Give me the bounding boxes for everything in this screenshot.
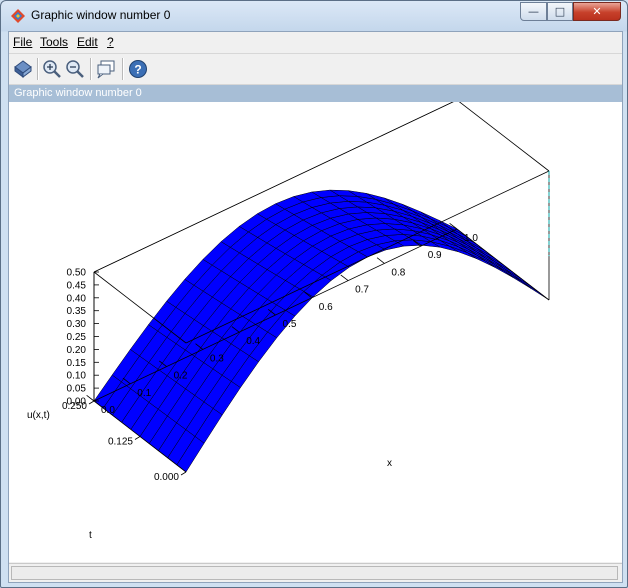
t-tick-label: 0.125 [108,437,133,448]
zoom-in-icon[interactable] [41,58,63,80]
toolbar-separator [90,58,92,80]
z-tick-label: 0.10 [67,371,87,382]
surface-mesh [93,189,550,473]
menu-help[interactable]: ? [107,35,114,49]
z-tick-label: 0.35 [67,306,87,317]
x-tick-mark [86,395,95,402]
t-tick-label: 0.250 [62,401,87,412]
toolbar-separator [37,58,39,80]
title-bar[interactable]: Graphic window number 0 — □ ✕ [1,1,627,31]
status-bar [9,563,622,582]
x-tick-label: 0.7 [355,285,369,296]
z-tick-label: 0.20 [67,345,87,356]
x-tick-label: 0.5 [283,319,297,330]
info-bar-text: Graphic window number 0 [14,87,142,99]
x-tick-label: 0.8 [391,267,405,278]
t-axis-label: t [89,530,92,541]
menu-bar: File Tools Edit ? [9,32,622,52]
z-tick-label: 0.40 [67,293,87,304]
x-tick-label: 1.0 [464,233,478,244]
zoom-out-icon[interactable] [64,58,86,80]
info-bar: Graphic window number 0 [9,85,622,102]
x-tick-label: 0.9 [428,250,442,261]
window-title: Graphic window number 0 [31,8,171,22]
minimize-button[interactable]: — [520,2,547,21]
z-tick-label: 0.05 [67,384,87,395]
window-client: File Tools Edit ? ? Graphic window numbe… [8,31,623,583]
z-tick-label: 0.15 [67,358,87,369]
datatip-icon[interactable] [95,58,117,80]
menu-file[interactable]: File [13,35,32,49]
toolbar-separator [122,58,124,80]
help-icon[interactable]: ? [127,58,149,80]
x-tick-mark [376,257,385,264]
maximize-button[interactable]: □ [547,2,573,21]
x-tick-label: 0.4 [246,336,260,347]
z-tick-label: 0.25 [67,332,87,343]
x-tick-label: 0.6 [319,302,333,313]
status-field [11,566,618,580]
graphic-window: Graphic window number 0 — □ ✕ File Tools… [0,0,628,588]
x-tick-mark [340,274,349,281]
menu-edit[interactable]: Edit [77,35,98,49]
x-tick-label: 0.2 [174,371,188,382]
t-tick-label: 0.000 [154,472,179,483]
z-tick-label: 0.50 [67,268,87,279]
x-tick-label: 0.1 [137,388,151,399]
box-edge [456,99,550,172]
svg-text:?: ? [134,63,141,77]
x-axis-label: x [387,458,392,469]
z-tick-label: 0.45 [67,280,87,291]
rotate-icon[interactable] [12,58,34,80]
toolbar: ? [9,53,622,85]
close-button[interactable]: ✕ [573,2,621,21]
t-tick-mark [134,436,141,440]
x-tick-label: 0.3 [210,353,224,364]
t-tick-mark [180,471,187,476]
scilab-icon [11,9,25,23]
surface-plot[interactable]: 0.500.45 0.40 0.35 0.30 0.25 0.20 0.15 0.10 0.05… [9,99,622,562]
plot-canvas[interactable]: 0.50 0.45 0.40 0.35 0.30 0.25 0.20 0.15 0.10 0.05… [9,99,622,562]
z-axis-label: u(x,t) [27,410,50,421]
x-tick-label: 0.0 [101,405,115,416]
menu-tools[interactable]: Tools [40,35,68,49]
t-tick-mark [88,400,95,405]
z-tick-label: 0.30 [67,319,87,330]
